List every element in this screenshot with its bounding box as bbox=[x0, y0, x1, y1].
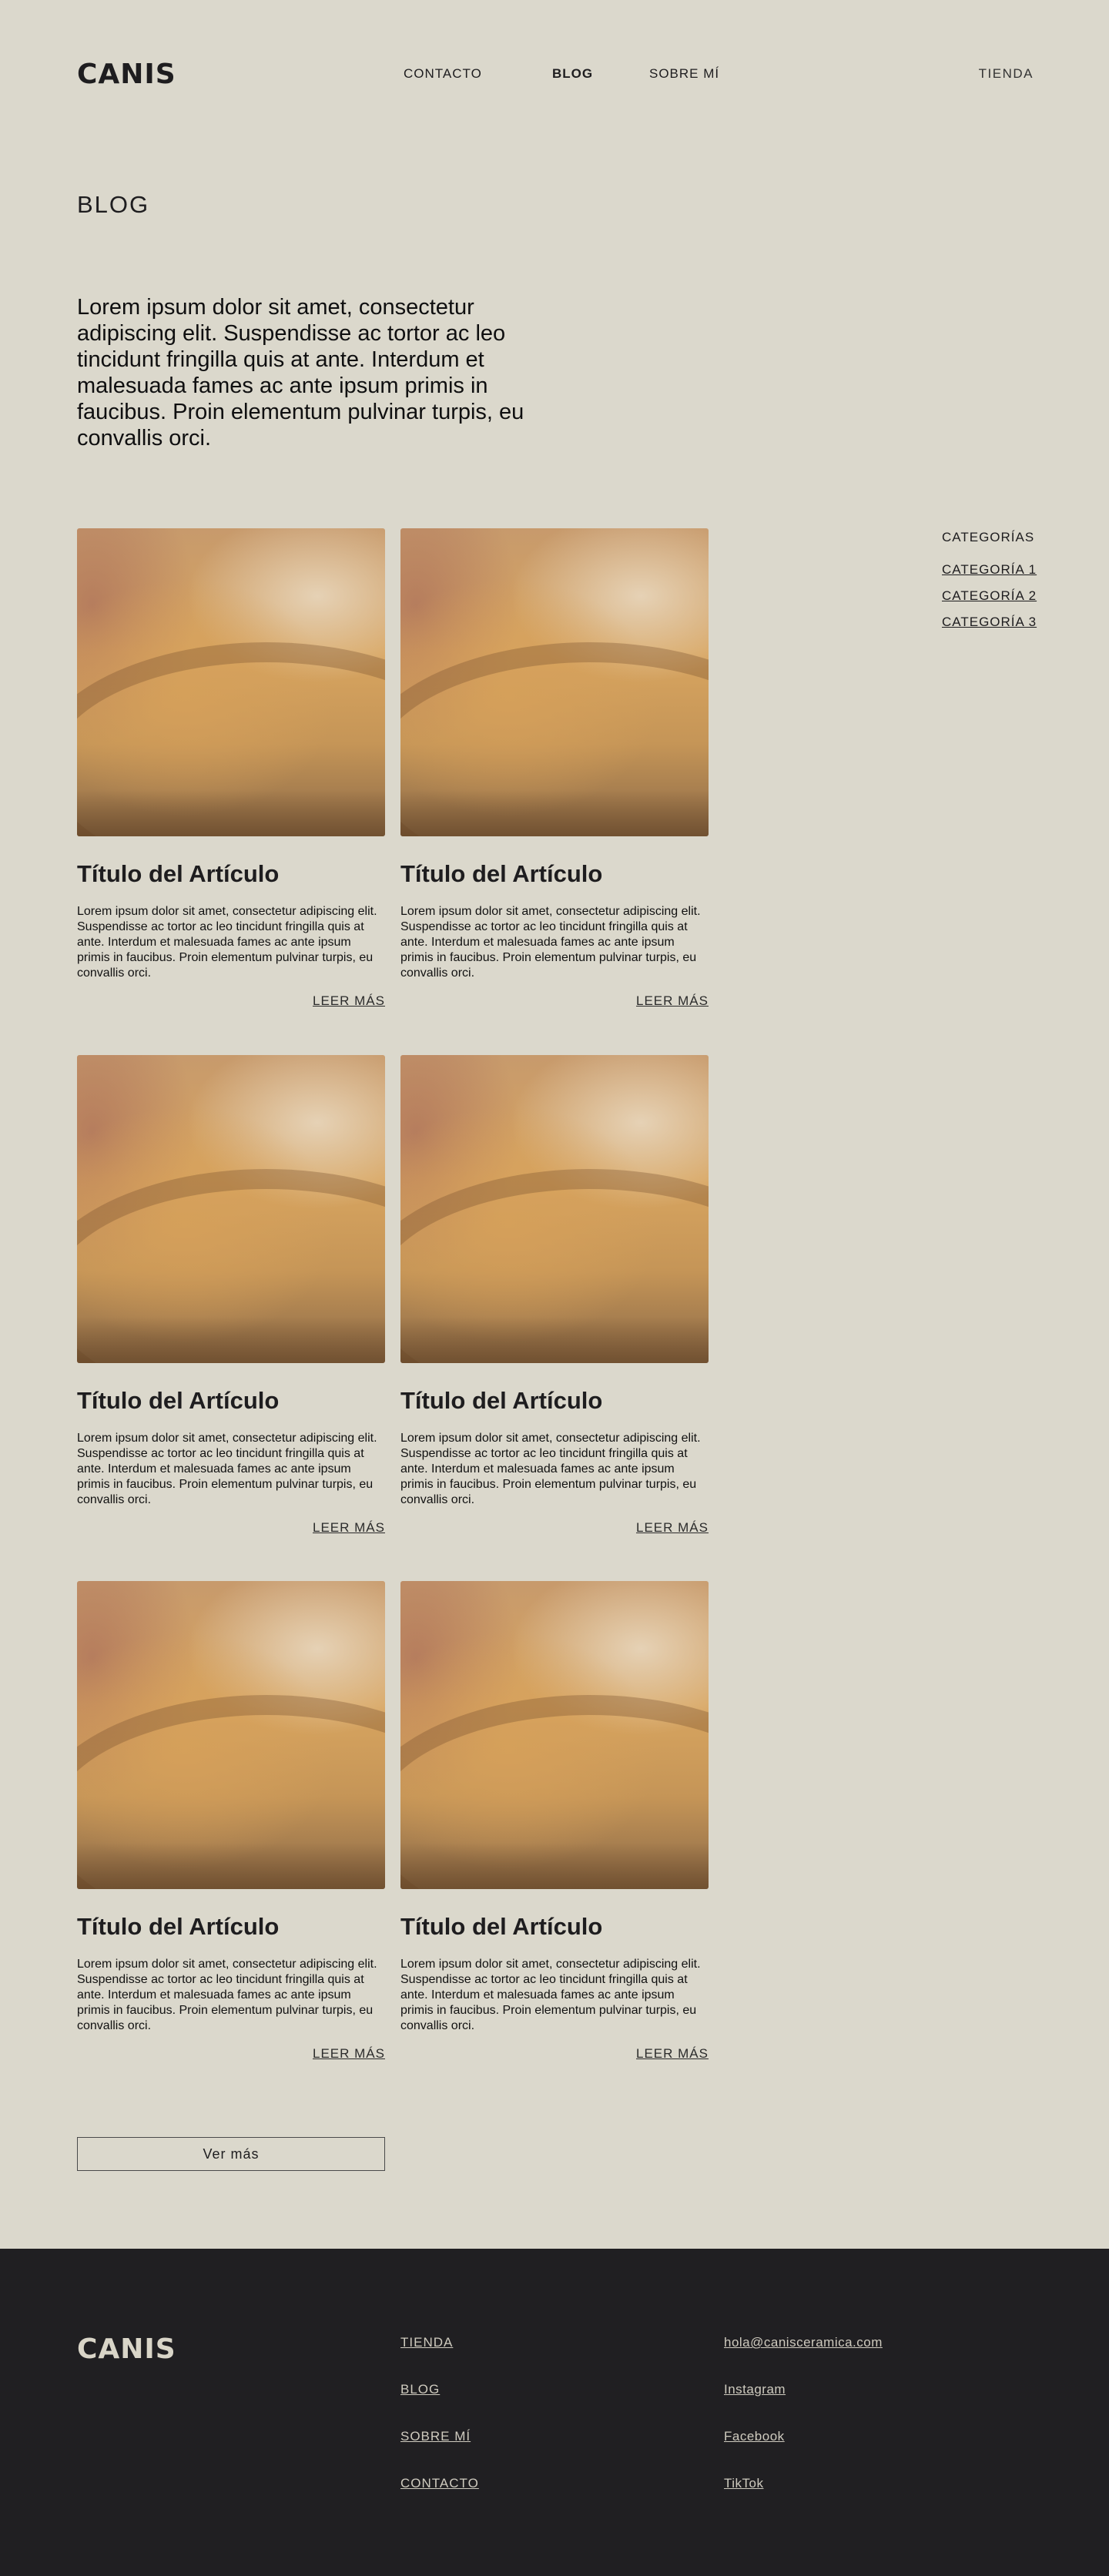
footer-link-tiktok[interactable]: TikTok bbox=[724, 2474, 883, 2521]
article-title[interactable]: Título del Artículo bbox=[400, 859, 709, 889]
footer-social: hola@canisceramica.com Instagram Faceboo… bbox=[724, 2333, 883, 2521]
footer-link-sobre-mi[interactable]: SOBRE MÍ bbox=[400, 2427, 479, 2474]
article-excerpt: Lorem ipsum dolor sit amet, consectetur … bbox=[400, 1432, 701, 1506]
article-title[interactable]: Título del Artículo bbox=[77, 859, 385, 889]
read-more-link[interactable]: LEER MÁS bbox=[400, 1520, 709, 1536]
category-link-2[interactable]: CATEGORÍA 2 bbox=[942, 588, 1037, 604]
article-excerpt: Lorem ipsum dolor sit amet, consectetur … bbox=[77, 1958, 377, 2032]
footer-link-contacto[interactable]: CONTACTO bbox=[400, 2474, 479, 2521]
nav-blog[interactable]: BLOG bbox=[552, 66, 593, 82]
page-title: BLOG bbox=[77, 191, 150, 218]
read-more-link[interactable]: LEER MÁS bbox=[400, 2046, 709, 2062]
read-more-link[interactable]: LEER MÁS bbox=[400, 993, 709, 1009]
article-card: Título del Artículo Lorem ipsum dolor si… bbox=[77, 1055, 385, 1536]
page: CANIS CONTACTO BLOG SOBRE MÍ TIENDA BLOG… bbox=[0, 0, 1109, 2576]
footer-link-email[interactable]: hola@canisceramica.com bbox=[724, 2333, 883, 2380]
category-link-1[interactable]: CATEGORÍA 1 bbox=[942, 562, 1037, 578]
categories-sidebar: CATEGORÍAS CATEGORÍA 1 CATEGORÍA 2 CATEG… bbox=[942, 530, 1037, 630]
read-more-link[interactable]: LEER MÁS bbox=[77, 993, 385, 1009]
site-footer: CANIS TIENDA BLOG SOBRE MÍ CONTACTO hola… bbox=[0, 2249, 1109, 2576]
footer-link-facebook[interactable]: Facebook bbox=[724, 2427, 883, 2474]
article-excerpt: Lorem ipsum dolor sit amet, consectetur … bbox=[400, 1958, 701, 2032]
nav-tienda[interactable]: TIENDA bbox=[979, 66, 1034, 82]
footer-link-instagram[interactable]: Instagram bbox=[724, 2380, 883, 2427]
footer-nav: TIENDA BLOG SOBRE MÍ CONTACTO bbox=[400, 2333, 479, 2521]
footer-link-tienda[interactable]: TIENDA bbox=[400, 2333, 479, 2380]
article-image[interactable] bbox=[400, 1055, 709, 1363]
article-card: Título del Artículo Lorem ipsum dolor si… bbox=[77, 528, 385, 1009]
article-title[interactable]: Título del Artículo bbox=[400, 1912, 709, 1941]
article-excerpt: Lorem ipsum dolor sit amet, consectetur … bbox=[77, 1432, 377, 1506]
article-card: Título del Artículo Lorem ipsum dolor si… bbox=[400, 528, 709, 1009]
article-excerpt: Lorem ipsum dolor sit amet, consectetur … bbox=[77, 905, 377, 980]
load-more-button[interactable]: Ver más bbox=[77, 2137, 385, 2171]
nav-sobre-mi[interactable]: SOBRE MÍ bbox=[649, 66, 719, 82]
category-link-3[interactable]: CATEGORÍA 3 bbox=[942, 615, 1037, 630]
intro-text: Lorem ipsum dolor sit amet, consectetur … bbox=[77, 295, 524, 451]
article-card: Título del Artículo Lorem ipsum dolor si… bbox=[400, 1055, 709, 1536]
article-image[interactable] bbox=[400, 528, 709, 836]
read-more-link[interactable]: LEER MÁS bbox=[77, 2046, 385, 2062]
article-image[interactable] bbox=[400, 1581, 709, 1889]
read-more-link[interactable]: LEER MÁS bbox=[77, 1520, 385, 1536]
nav-contacto[interactable]: CONTACTO bbox=[404, 66, 482, 82]
footer-link-blog[interactable]: BLOG bbox=[400, 2380, 479, 2427]
logo[interactable]: CANIS bbox=[77, 59, 176, 90]
article-title[interactable]: Título del Artículo bbox=[400, 1386, 709, 1415]
article-excerpt: Lorem ipsum dolor sit amet, consectetur … bbox=[400, 905, 701, 980]
article-card: Título del Artículo Lorem ipsum dolor si… bbox=[77, 1581, 385, 2062]
categories-title: CATEGORÍAS bbox=[942, 530, 1035, 544]
footer-logo[interactable]: CANIS bbox=[77, 2333, 176, 2365]
article-title[interactable]: Título del Artículo bbox=[77, 1386, 385, 1415]
article-image[interactable] bbox=[77, 528, 385, 836]
article-image[interactable] bbox=[77, 1055, 385, 1363]
article-title[interactable]: Título del Artículo bbox=[77, 1912, 385, 1941]
article-image[interactable] bbox=[77, 1581, 385, 1889]
site-header: CANIS CONTACTO BLOG SOBRE MÍ TIENDA bbox=[0, 0, 1109, 148]
article-card: Título del Artículo Lorem ipsum dolor si… bbox=[400, 1581, 709, 2062]
